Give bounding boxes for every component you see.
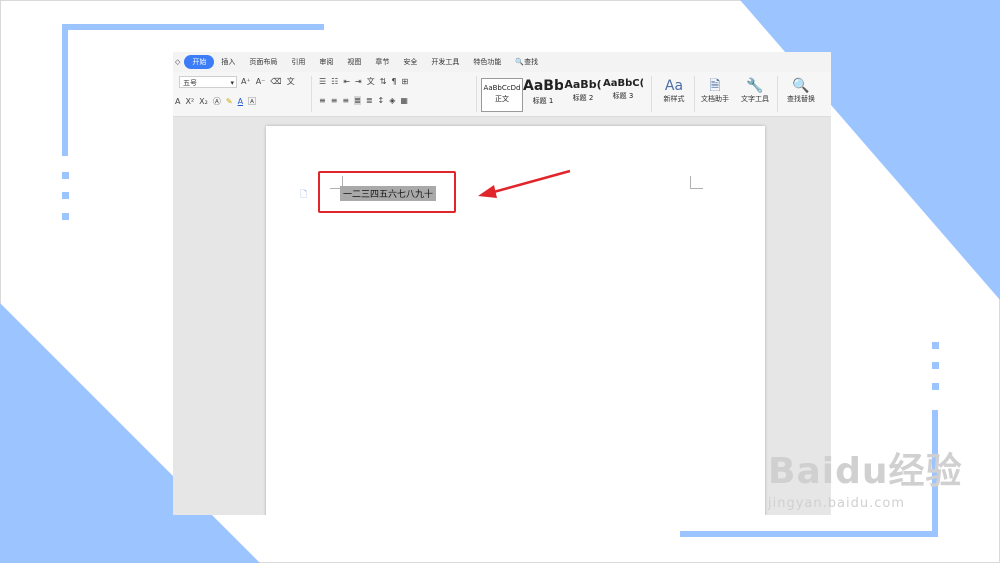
- wrench-icon: 🔧: [746, 78, 764, 94]
- style-sample: AaBbC(: [603, 78, 643, 89]
- border-icon[interactable]: ▦: [400, 96, 408, 105]
- style-normal[interactable]: AaBbCcDd 正文: [481, 78, 523, 112]
- tab-features[interactable]: 特色功能: [466, 57, 508, 67]
- new-style-button[interactable]: Aa 新样式: [656, 78, 692, 104]
- highlight-box: [318, 171, 456, 213]
- grow-font-icon[interactable]: A⁺: [241, 77, 251, 86]
- chinese-layout-icon[interactable]: 文: [367, 76, 375, 87]
- char-border-icon[interactable]: 🄰: [248, 96, 256, 107]
- menu-more-icon[interactable]: ◇: [173, 58, 184, 66]
- table-icon[interactable]: ⊞: [402, 77, 409, 86]
- tab-security[interactable]: 安全: [396, 57, 424, 67]
- menu-bar: ◇ 开始 插入 页面布局 引用 审阅 视图 章节 安全 开发工具 特色功能 🔍查…: [173, 52, 831, 72]
- show-marks-icon[interactable]: ¶: [391, 77, 396, 86]
- distribute-icon[interactable]: ≣: [366, 96, 373, 105]
- tab-section[interactable]: 章节: [368, 57, 396, 67]
- magnifier-icon: 🔍: [792, 78, 810, 94]
- font-color-icon[interactable]: A: [238, 97, 243, 106]
- decor-dot: [932, 383, 939, 390]
- style-heading-2[interactable]: AaBb( 标题 2: [563, 78, 603, 110]
- watermark-url: jingyan.baidu.com: [768, 496, 905, 511]
- find-replace-label: 查找替换: [787, 95, 815, 103]
- font-toolbar-row1: A⁺ A⁻ ⌫ 文: [241, 76, 295, 87]
- clear-format-icon[interactable]: ⌫: [270, 77, 281, 86]
- ribbon-separator: [476, 76, 477, 112]
- ribbon-separator: [777, 76, 778, 112]
- shading-icon[interactable]: ◈: [389, 96, 395, 105]
- text-tools-label: 文字工具: [741, 95, 769, 103]
- subscript-icon[interactable]: X₂: [199, 97, 208, 106]
- font-toolbar-row2: A X² X₂ Ⓐ ✎ A 🄰: [175, 96, 256, 107]
- style-heading-1[interactable]: AaBb 标题 1: [523, 78, 563, 110]
- style-sample: AaBbCcDd: [483, 84, 521, 92]
- shrink-font-icon[interactable]: A⁻: [256, 77, 266, 86]
- ribbon-separator: [694, 76, 695, 112]
- tab-home[interactable]: 开始: [184, 55, 215, 69]
- style-caption: 标题 1: [532, 97, 554, 105]
- decor-dot: [932, 342, 939, 349]
- annotation-arrow: [478, 169, 571, 198]
- decor-dot: [62, 172, 69, 179]
- paragraph-toolbar-row2: ≡ ≡ ≡ ≣ ≣ ↕ ◈ ▦: [319, 96, 408, 105]
- decor-dot: [62, 213, 69, 220]
- ribbon-separator: [311, 76, 312, 112]
- paragraph-handle-icon[interactable]: 🗋: [300, 187, 307, 203]
- doc-assistant-label: 文档助手: [701, 95, 729, 103]
- new-style-label: 新样式: [663, 95, 685, 103]
- style-sample: AaBb(: [564, 78, 602, 91]
- decor-dot: [932, 362, 939, 369]
- decor-dot: [62, 192, 69, 199]
- tab-insert[interactable]: 插入: [214, 57, 242, 67]
- numbered-list-icon[interactable]: ☷: [331, 77, 338, 86]
- chevron-down-icon: ▾: [230, 79, 234, 87]
- search-label: 查找: [524, 58, 539, 66]
- style-caption: 标题 3: [612, 92, 634, 100]
- tab-view[interactable]: 视图: [340, 57, 368, 67]
- style-heading-3[interactable]: AaBbC( 标题 3: [603, 78, 643, 110]
- superscript-icon[interactable]: X²: [185, 97, 194, 106]
- ribbon-home: 五号 ▾ A⁺ A⁻ ⌫ 文 A X² X₂ Ⓐ ✎ A 🄰 ☰ ☷ ⇤ ⇥ 文…: [173, 72, 831, 117]
- doc-assistant-button[interactable]: 🗎 文档助手: [696, 78, 734, 104]
- decor-bar-top-left-v: [62, 24, 68, 156]
- phonetic-guide-icon[interactable]: 文: [287, 76, 295, 87]
- wps-writer-window: ◇ 开始 插入 页面布局 引用 审阅 视图 章节 安全 开发工具 特色功能 🔍查…: [173, 52, 831, 515]
- align-center-icon[interactable]: ≡: [331, 96, 338, 105]
- tab-developer[interactable]: 开发工具: [424, 57, 466, 67]
- font-size-select[interactable]: 五号 ▾: [179, 76, 237, 88]
- watermark-brand: Baidu经验: [768, 451, 963, 492]
- search-icon: 🔍: [515, 58, 525, 66]
- char-shading-icon[interactable]: Ⓐ: [213, 96, 221, 107]
- tab-page-layout[interactable]: 页面布局: [242, 57, 284, 67]
- line-spacing-icon[interactable]: ↕: [378, 96, 385, 105]
- search-button[interactable]: 🔍查找: [508, 57, 545, 67]
- paragraph-toolbar-row1: ☰ ☷ ⇤ ⇥ 文 ⇅ ¶ ⊞: [319, 76, 408, 87]
- decrease-indent-icon[interactable]: ⇤: [343, 77, 350, 86]
- new-style-icon: Aa: [664, 78, 684, 94]
- tab-review[interactable]: 审阅: [312, 57, 340, 67]
- ribbon-separator: [651, 76, 652, 112]
- style-caption: 标题 2: [572, 94, 594, 102]
- find-replace-button[interactable]: 🔍 查找替换: [781, 78, 821, 104]
- align-right-icon[interactable]: ≡: [342, 96, 349, 105]
- decor-bar-top-left-h: [62, 24, 324, 30]
- font-size-value: 五号: [183, 79, 197, 87]
- text-effect-icon[interactable]: A: [175, 97, 180, 106]
- margin-corner-top-right: [690, 176, 703, 189]
- text-tools-button[interactable]: 🔧 文字工具: [735, 78, 775, 104]
- decor-bar-bottom-right-h: [680, 531, 938, 537]
- document-icon: 🗎: [709, 78, 721, 94]
- justify-icon[interactable]: ≣: [354, 96, 361, 105]
- increase-indent-icon[interactable]: ⇥: [355, 77, 362, 86]
- baidu-watermark: Baidu经验 jingyan.baidu.com: [768, 452, 962, 512]
- tab-references[interactable]: 引用: [284, 57, 312, 67]
- highlight-icon[interactable]: ✎: [226, 97, 233, 106]
- style-sample: AaBb: [523, 78, 563, 94]
- style-caption: 正文: [495, 95, 509, 103]
- bullet-list-icon[interactable]: ☰: [319, 77, 326, 86]
- align-left-icon[interactable]: ≡: [319, 96, 326, 105]
- sort-icon[interactable]: ⇅: [380, 77, 387, 86]
